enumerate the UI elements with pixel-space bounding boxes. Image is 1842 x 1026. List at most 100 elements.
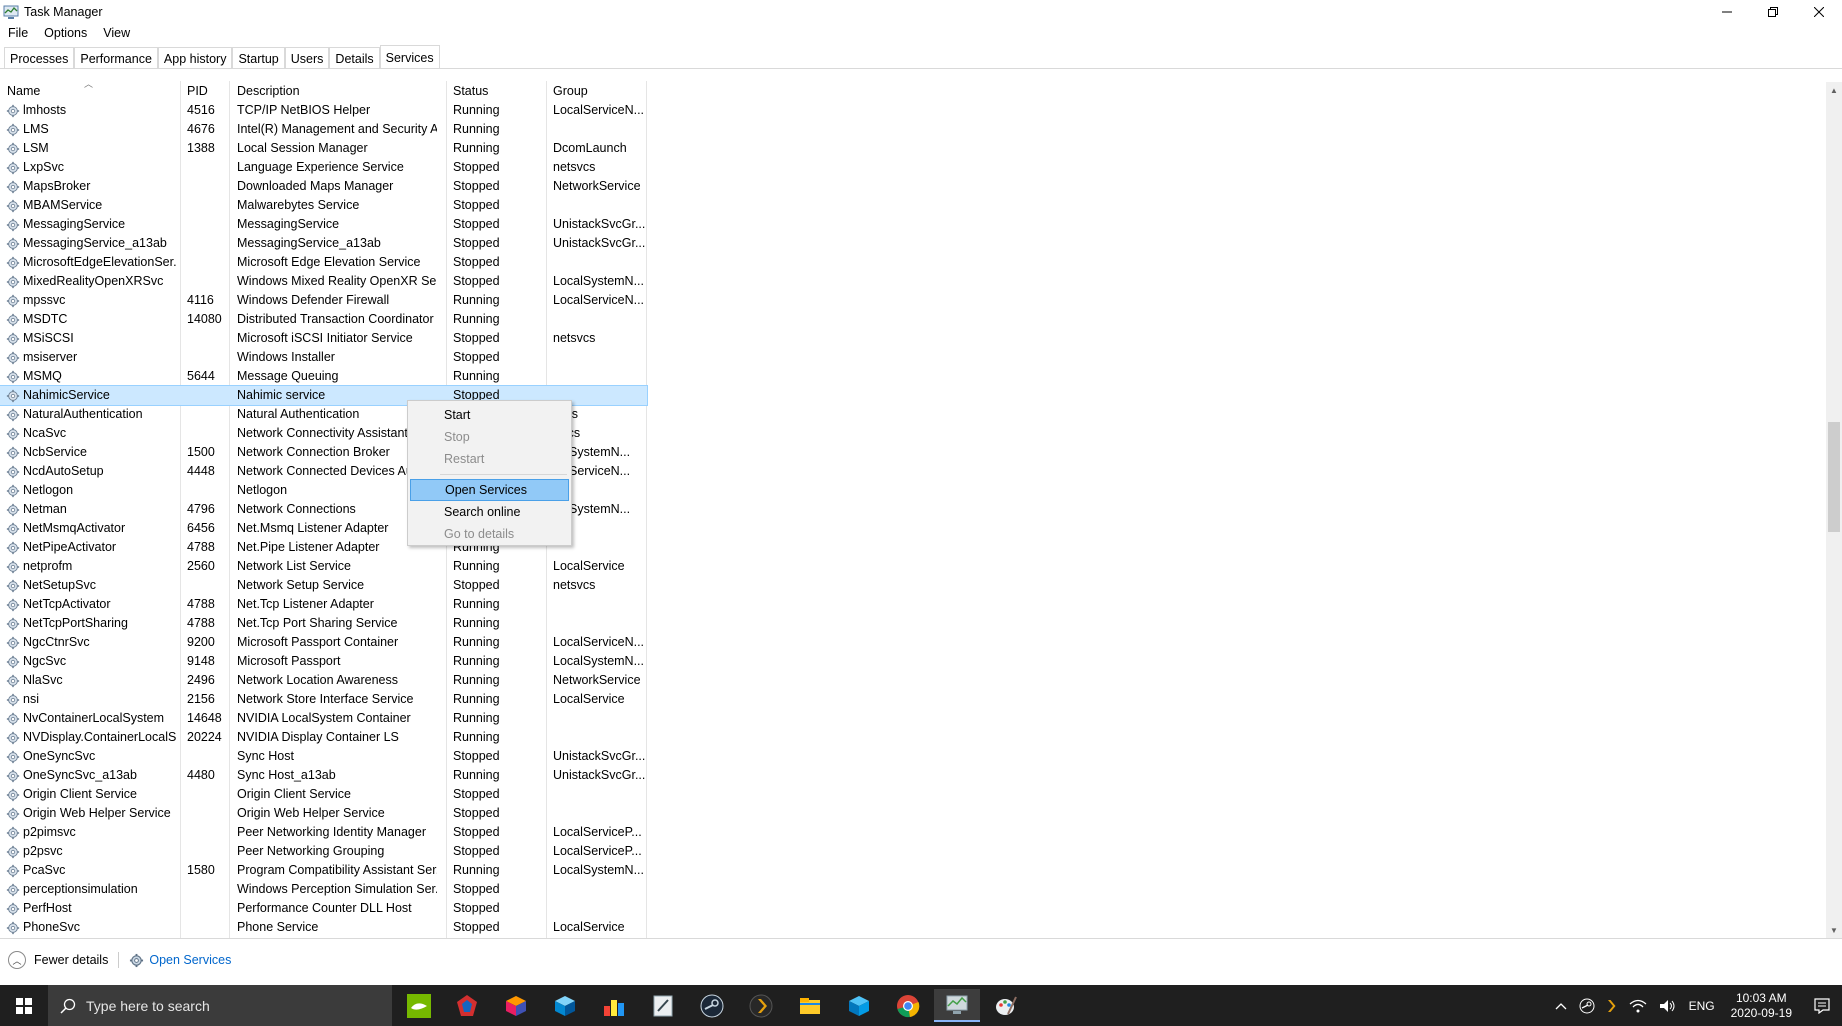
start-button[interactable]: [0, 985, 48, 1026]
fewer-details-button[interactable]: ︿ Fewer details: [8, 951, 108, 969]
tray-network[interactable]: [1623, 998, 1653, 1014]
tray-language[interactable]: ENG: [1683, 999, 1721, 1013]
ctx-restart[interactable]: Restart: [410, 448, 569, 470]
vertical-scrollbar[interactable]: ▲ ▼: [1826, 82, 1842, 938]
open-services-link[interactable]: Open Services: [129, 953, 231, 968]
scroll-down-icon[interactable]: ▼: [1826, 922, 1842, 938]
table-row[interactable]: MSiSCSI Microsoft iSCSI Initiator Service…: [0, 329, 647, 348]
close-button[interactable]: [1796, 0, 1842, 24]
table-row[interactable]: OneSyncSvc Sync Host Stopped UnistackSvcGr.…: [0, 747, 647, 766]
table-row[interactable]: Origin Web Helper Service Origin Web Help…: [0, 804, 647, 823]
table-row[interactable]: MessagingService MessagingService Stopped U…: [0, 215, 647, 234]
taskbar-app-steam[interactable]: [689, 989, 735, 1022]
tab-processes[interactable]: Processes: [4, 47, 75, 69]
tray-clock[interactable]: 10:03 AM 2020-09-19: [1721, 991, 1802, 1021]
table-row[interactable]: NVDisplay.ContainerLocalS... 20224 NVIDIA …: [0, 728, 647, 747]
table-row[interactable]: PerfHost Performance Counter DLL Host Stop…: [0, 899, 647, 918]
table-row[interactable]: OneSyncSvc_a13ab 4480 Sync Host_a13ab Runni…: [0, 766, 647, 785]
plex-icon: [1607, 999, 1616, 1012]
table-row[interactable]: lmhosts 4516 TCP/IP NetBIOS Helper Running L…: [0, 101, 647, 120]
table-row[interactable]: MicrosoftEdgeElevationSer... Microsoft Ed…: [0, 253, 647, 272]
cell-name: MixedRealityOpenXRSvc: [6, 272, 176, 291]
taskbar-app-nvidia[interactable]: [396, 989, 442, 1022]
taskbar-app-red[interactable]: [444, 989, 490, 1022]
service-name: NcbService: [23, 445, 87, 459]
tab-details[interactable]: Details: [329, 47, 380, 69]
ctx-search-online[interactable]: Search online: [410, 501, 569, 523]
table-row[interactable]: netprofm 2560 Network List Service Running L…: [0, 557, 647, 576]
table-row[interactable]: LxpSvc Language Experience Service Stopped…: [0, 158, 647, 177]
table-row[interactable]: NgcSvc 9148 Microsoft Passport Running Local…: [0, 652, 647, 671]
menu-view[interactable]: View: [95, 24, 138, 42]
table-row[interactable]: NvContainerLocalSystem 14648 NVIDIA LocalS…: [0, 709, 647, 728]
ctx-start[interactable]: Start: [410, 404, 569, 426]
footer-separator: [118, 952, 120, 968]
table-row[interactable]: msiserver Windows Installer Stopped: [0, 348, 647, 367]
table-row[interactable]: NgcCtnrSvc 9200 Microsoft Passport Contain…: [0, 633, 647, 652]
tab-app-history[interactable]: App history: [157, 47, 233, 69]
tray-volume[interactable]: [1653, 998, 1683, 1014]
column-header-name[interactable]: Name: [7, 83, 40, 99]
table-row[interactable]: NetTcpPortSharing 4788 Net.Tcp Port Sharin…: [0, 614, 647, 633]
table-row[interactable]: NetSetupSvc Network Setup Service Stopped n…: [0, 576, 647, 595]
table-row[interactable]: p2psvc Peer Networking Grouping Stopped Loc…: [0, 842, 647, 861]
tab-users[interactable]: Users: [284, 47, 330, 69]
table-row[interactable]: NlaSvc 2496 Network Location Awareness Runn…: [0, 671, 647, 690]
cell-name: NetMsmqActivator: [6, 519, 176, 538]
restore-button[interactable]: [1750, 0, 1796, 24]
minimize-button[interactable]: [1704, 0, 1750, 24]
menu-options[interactable]: Options: [36, 24, 95, 42]
table-row[interactable]: MixedRealityOpenXRSvc Windows Mixed Reali…: [0, 272, 647, 291]
action-center-button[interactable]: [1802, 985, 1842, 1026]
ctx-open-services[interactable]: Open Services: [410, 479, 569, 501]
taskbar-app-paint[interactable]: [983, 989, 1029, 1022]
tray-overflow-button[interactable]: [1549, 1002, 1573, 1010]
menu-file[interactable]: File: [0, 24, 36, 42]
taskbar-app-editor[interactable]: [640, 989, 686, 1022]
taskbar-search-box[interactable]: Type here to search: [48, 985, 392, 1026]
tab-performance[interactable]: Performance: [74, 47, 158, 69]
taskbar-app-explorer[interactable]: [787, 989, 833, 1022]
taskbar-app-box[interactable]: [542, 989, 588, 1022]
table-row[interactable]: MSDTC 14080 Distributed Transaction Coordi…: [0, 310, 647, 329]
table-row[interactable]: PcaSvc 1580 Program Compatibility Assistan…: [0, 861, 647, 880]
taskbar-app-box-2[interactable]: [836, 989, 882, 1022]
cell-pid: 4796: [187, 502, 215, 516]
tray-plex[interactable]: [1601, 998, 1623, 1014]
table-row[interactable]: PhoneSvc Phone Service Stopped LocalService: [0, 918, 647, 937]
table-row[interactable]: nsi 2156 Network Store Interface Service Ru…: [0, 690, 647, 709]
taskbar-app-plex[interactable]: [738, 989, 784, 1022]
table-row[interactable]: MBAMService Malwarebytes Service Stopped: [0, 196, 647, 215]
ctx-go-to-details[interactable]: Go to details: [410, 523, 569, 545]
table-row[interactable]: Origin Client Service Origin Client Servi…: [0, 785, 647, 804]
column-header-pid[interactable]: PID: [187, 83, 208, 99]
column-header-description[interactable]: Description: [237, 83, 300, 99]
service-name: NcaSvc: [23, 426, 67, 440]
tab-services[interactable]: Services: [379, 45, 440, 69]
table-row[interactable]: MapsBroker Downloaded Maps Manager Stopped…: [0, 177, 647, 196]
table-row[interactable]: LSM 1388 Local Session Manager Running DcomL…: [0, 139, 647, 158]
fewer-details-label: Fewer details: [34, 953, 109, 967]
table-row[interactable]: p2pimsvc Peer Networking Identity Manager…: [0, 823, 647, 842]
scroll-up-icon[interactable]: ▲: [1826, 82, 1842, 98]
taskbar-app-chrome[interactable]: [885, 989, 931, 1022]
ctx-stop[interactable]: Stop: [410, 426, 569, 448]
taskbar-app-bars[interactable]: [591, 989, 637, 1022]
table-row[interactable]: MSMQ 5644 Message Queuing Running: [0, 367, 647, 386]
table-row[interactable]: perceptionsimulation Windows Perception S…: [0, 880, 647, 899]
tray-steam[interactable]: [1573, 998, 1601, 1014]
table-row[interactable]: mpssvc 4116 Windows Defender Firewall Runni…: [0, 291, 647, 310]
search-icon: [60, 998, 76, 1014]
title-bar: Task Manager: [0, 0, 1842, 24]
table-row[interactable]: MessagingService_a13ab MessagingService_a…: [0, 234, 647, 253]
table-row[interactable]: LMS 4676 Intel(R) Management and Security …: [0, 120, 647, 139]
cell-name: NetTcpActivator: [6, 595, 176, 614]
column-header-status[interactable]: Status: [453, 83, 488, 99]
table-row[interactable]: NetTcpActivator 4788 Net.Tcp Listener Adap…: [0, 595, 647, 614]
scrollbar-thumb[interactable]: [1828, 422, 1840, 532]
taskbar-app-cube[interactable]: [493, 989, 539, 1022]
column-header-group[interactable]: Group: [553, 83, 588, 99]
taskbar-app-task-manager[interactable]: [934, 989, 980, 1022]
window-controls: [1704, 0, 1842, 24]
tab-startup[interactable]: Startup: [232, 47, 285, 69]
